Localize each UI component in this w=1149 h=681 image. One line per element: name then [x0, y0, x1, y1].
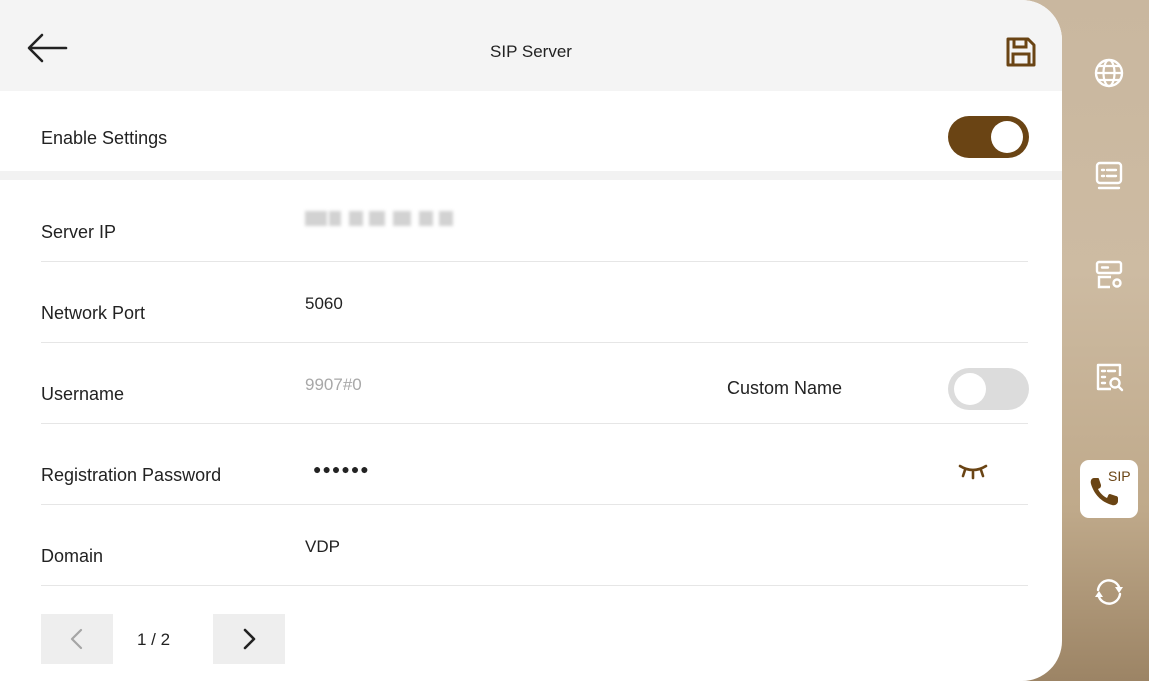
sip-badge: SIP	[1108, 468, 1131, 484]
page-title: SIP Server	[490, 42, 572, 61]
username-label: Username	[41, 384, 125, 404]
sidebar-item-server-settings[interactable]	[1080, 246, 1138, 304]
toggle-knob	[954, 373, 986, 405]
page-indicator: 1 / 2	[137, 630, 171, 649]
custom-name-label: Custom Name	[727, 378, 843, 398]
sidebar-item-search-list[interactable]	[1080, 348, 1138, 406]
sidebar-item-list-settings[interactable]	[1080, 147, 1138, 205]
custom-name-toggle[interactable]	[948, 368, 1029, 410]
domain-row: Domain VDP	[41, 504, 1028, 586]
main-panel: SIP Server Enable Settings Server IP Net…	[0, 0, 1062, 681]
sidebar-item-network[interactable]	[1080, 44, 1138, 102]
username-row: Username 9907#0 Custom Name	[41, 342, 1029, 424]
globe-icon	[1094, 58, 1124, 88]
enable-settings-toggle[interactable]	[948, 116, 1029, 158]
network-port-row: Network Port 5060	[41, 261, 1028, 343]
domain-field[interactable]: VDP	[305, 537, 340, 557]
chevron-right-icon	[243, 628, 256, 650]
show-password-button[interactable]	[956, 461, 990, 481]
sidebar-nav: SIP	[1062, 0, 1149, 681]
server-settings-icon	[1095, 260, 1123, 289]
previous-page-button[interactable]	[41, 614, 113, 664]
server-ip-label: Server IP	[41, 222, 117, 242]
registration-password-row: Registration Password ●●●●●●	[41, 423, 1028, 505]
registration-password-label: Registration Password	[41, 465, 222, 485]
list-settings-icon	[1095, 161, 1123, 190]
enable-settings-label: Enable Settings	[41, 128, 168, 148]
section-divider	[0, 171, 1062, 180]
registration-password-field[interactable]: ●●●●●●	[313, 461, 370, 477]
save-button[interactable]	[1003, 34, 1039, 70]
sidebar-item-sync[interactable]	[1080, 563, 1138, 621]
search-list-icon	[1096, 363, 1124, 392]
server-ip-field[interactable]	[305, 207, 471, 231]
title-bar: SIP Server	[0, 0, 1062, 91]
sidebar-item-sip[interactable]: SIP	[1080, 460, 1138, 518]
toggle-knob	[991, 121, 1023, 153]
save-icon	[1006, 37, 1036, 67]
eye-closed-icon	[958, 464, 988, 480]
next-page-button[interactable]	[213, 614, 285, 664]
network-port-label: Network Port	[41, 303, 146, 323]
sync-icon	[1095, 579, 1123, 605]
server-ip-row: Server IP	[41, 180, 1028, 262]
chevron-left-icon	[70, 628, 83, 650]
network-port-field[interactable]: 5060	[305, 294, 343, 314]
pagination: 1 / 2	[41, 614, 301, 664]
username-field[interactable]: 9907#0	[305, 375, 362, 395]
enable-settings-row: Enable Settings	[0, 91, 1062, 171]
domain-label: Domain	[41, 546, 104, 566]
